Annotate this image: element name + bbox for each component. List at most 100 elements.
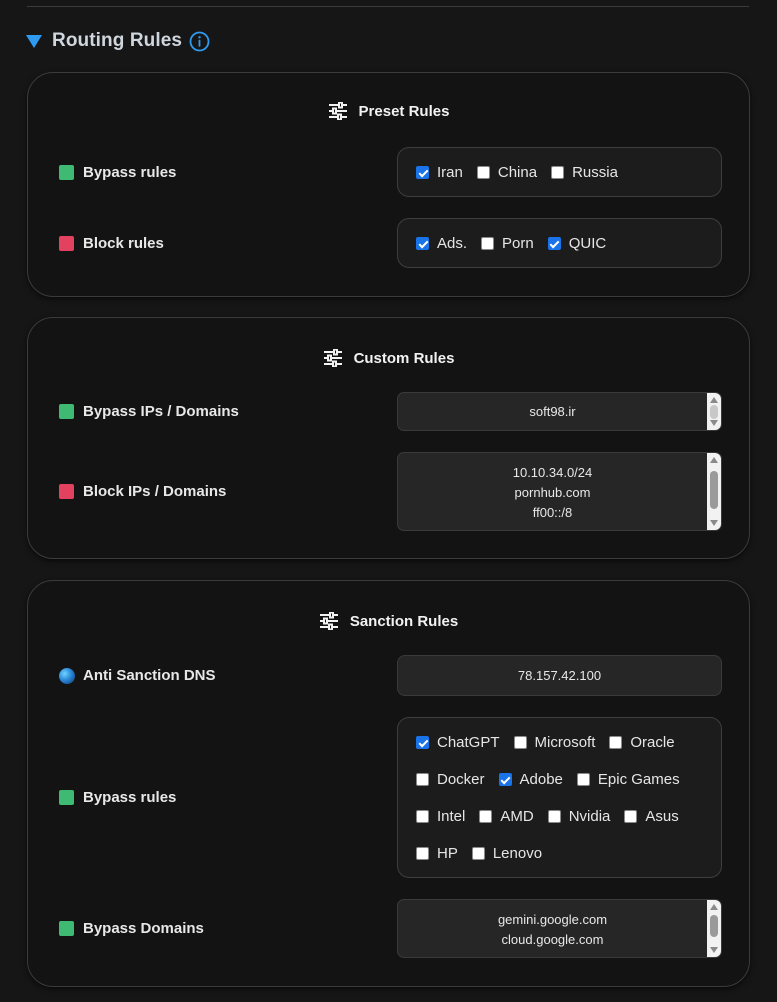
checkbox-label: Intel bbox=[437, 808, 466, 825]
checkbox-label: Iran bbox=[437, 164, 463, 181]
routing-rules-header[interactable]: Routing Rules bbox=[26, 28, 210, 54]
checkbox[interactable] bbox=[479, 810, 493, 823]
preset-bypass-label: Bypass rules bbox=[59, 164, 176, 181]
checkbox[interactable] bbox=[416, 237, 429, 250]
checkbox-option[interactable]: Asus bbox=[624, 808, 679, 825]
checkbox[interactable] bbox=[609, 736, 623, 749]
scroll-up-icon[interactable] bbox=[710, 397, 718, 403]
checkbox-option[interactable]: Epic Games bbox=[576, 771, 680, 788]
triangle-down-icon[interactable] bbox=[26, 35, 42, 48]
checkbox-label: Oracle bbox=[630, 734, 675, 751]
checkbox-label: HP bbox=[437, 845, 458, 862]
sanction-bypass-label: Bypass rules bbox=[59, 789, 176, 806]
card-title-text: Preset Rules bbox=[358, 102, 450, 120]
scroll-down-icon[interactable] bbox=[710, 947, 718, 953]
checkbox-row: Docker Adobe Epic Games bbox=[416, 771, 694, 788]
checkbox-option[interactable]: ChatGPT bbox=[416, 734, 500, 751]
top-divider bbox=[27, 6, 749, 7]
checkbox[interactable] bbox=[576, 773, 590, 786]
checkbox-row: Intel AMD Nvidia Asus bbox=[416, 808, 693, 825]
checkbox[interactable] bbox=[416, 810, 429, 823]
preset-rules-card: Preset Rules Bypass rules Iran China Russi… bbox=[27, 72, 750, 297]
row-label-text: Bypass IPs / Domains bbox=[83, 403, 239, 420]
textarea-line: soft98.ir bbox=[529, 404, 576, 419]
checkbox-label: China bbox=[497, 164, 538, 181]
checkbox-option[interactable]: Russia bbox=[551, 164, 618, 181]
custom-block-label: Block IPs / Domains bbox=[59, 483, 226, 500]
sanction-rules-title: Sanction Rules bbox=[28, 612, 749, 630]
block-domains-textarea[interactable]: 10.10.34.0/24 pornhub.com ff00::/8 bbox=[397, 452, 722, 531]
checkbox-option[interactable]: Nvidia bbox=[547, 808, 611, 825]
checkbox[interactable] bbox=[547, 237, 561, 250]
scroll-down-icon[interactable] bbox=[710, 520, 718, 526]
checkbox-option[interactable]: Docker bbox=[416, 771, 485, 788]
checkbox[interactable] bbox=[624, 810, 638, 823]
green-square-icon bbox=[59, 921, 74, 936]
scroll-thumb[interactable] bbox=[710, 915, 718, 937]
row-label-text: Block IPs / Domains bbox=[83, 483, 227, 500]
checkbox[interactable] bbox=[471, 847, 485, 860]
row-label-text: Block rules bbox=[83, 235, 164, 252]
textarea-scrollbar[interactable] bbox=[707, 453, 721, 530]
checkbox-option[interactable]: AMD bbox=[479, 808, 534, 825]
checkbox-option[interactable]: Microsoft bbox=[513, 734, 596, 751]
custom-rules-title: Custom Rules bbox=[28, 349, 749, 367]
checkbox-label: QUIC bbox=[568, 235, 607, 252]
red-square-icon bbox=[59, 484, 74, 499]
section-title: Routing Rules bbox=[52, 30, 183, 51]
checkbox[interactable] bbox=[551, 166, 565, 179]
green-square-icon bbox=[59, 790, 74, 805]
preset-rules-title: Preset Rules bbox=[28, 102, 749, 120]
scroll-thumb[interactable] bbox=[710, 405, 718, 419]
dns-input[interactable]: 78.157.42.100 bbox=[397, 655, 722, 696]
checkbox[interactable] bbox=[498, 773, 512, 786]
sliders-icon bbox=[319, 612, 338, 630]
scroll-up-icon[interactable] bbox=[710, 904, 718, 910]
bypass-domains-label: Bypass Domains bbox=[59, 920, 204, 937]
checkbox-label: Microsoft bbox=[534, 734, 596, 751]
checkbox-label: Porn bbox=[502, 235, 534, 252]
checkbox[interactable] bbox=[481, 237, 495, 250]
sliders-icon bbox=[323, 349, 342, 367]
textarea-scrollbar[interactable] bbox=[707, 393, 721, 430]
scroll-up-icon[interactable] bbox=[710, 457, 718, 463]
scroll-thumb[interactable] bbox=[710, 471, 718, 509]
checkbox-row: ChatGPT Microsoft Oracle bbox=[416, 734, 689, 751]
bypass-domains-textarea[interactable]: soft98.ir bbox=[397, 392, 722, 431]
checkbox[interactable] bbox=[513, 736, 527, 749]
checkbox-option[interactable]: Adobe bbox=[498, 771, 563, 788]
checkbox[interactable] bbox=[416, 736, 429, 749]
checkbox-option[interactable]: Intel bbox=[416, 808, 465, 825]
checkbox-label: Lenovo bbox=[492, 845, 543, 862]
checkbox-option[interactable]: Iran bbox=[416, 164, 463, 181]
checkbox-option[interactable]: Oracle bbox=[609, 734, 675, 751]
textarea-scrollbar[interactable] bbox=[707, 900, 721, 957]
row-label-text: Anti Sanction DNS bbox=[83, 667, 216, 684]
checkbox[interactable] bbox=[416, 773, 429, 786]
checkbox-option[interactable]: China bbox=[476, 164, 538, 181]
sanction-domains-textarea[interactable]: gemini.google.com cloud.google.com bbox=[397, 899, 722, 958]
scroll-down-icon[interactable] bbox=[710, 420, 718, 426]
sliders-icon bbox=[328, 102, 347, 120]
row-label-text: Bypass Domains bbox=[83, 920, 204, 937]
checkbox-label: Docker bbox=[437, 771, 485, 788]
textarea-line: pornhub.com bbox=[514, 485, 591, 500]
checkbox-option[interactable]: Lenovo bbox=[471, 845, 543, 862]
red-square-icon bbox=[59, 236, 74, 251]
checkbox[interactable] bbox=[476, 166, 490, 179]
textarea-line: gemini.google.com bbox=[497, 912, 608, 927]
dns-label: Anti Sanction DNS bbox=[59, 667, 216, 684]
textarea-line: cloud.google.com bbox=[501, 932, 604, 947]
checkbox-option[interactable]: QUIC bbox=[547, 235, 607, 252]
info-icon[interactable] bbox=[189, 31, 210, 52]
checkbox-row: HP Lenovo bbox=[416, 845, 556, 862]
checkbox-option[interactable]: Porn bbox=[481, 235, 534, 252]
checkbox[interactable] bbox=[416, 166, 429, 179]
green-square-icon bbox=[59, 404, 74, 419]
checkbox-option[interactable]: HP bbox=[416, 845, 458, 862]
checkbox[interactable] bbox=[416, 847, 429, 860]
sanction-bypass-checkboxes: ChatGPT Microsoft Oracle Docker Adobe Epic Ga… bbox=[397, 717, 722, 878]
checkbox[interactable] bbox=[547, 810, 561, 823]
checkbox-label: Nvidia bbox=[568, 808, 611, 825]
checkbox-option[interactable]: Ads. bbox=[416, 235, 467, 252]
